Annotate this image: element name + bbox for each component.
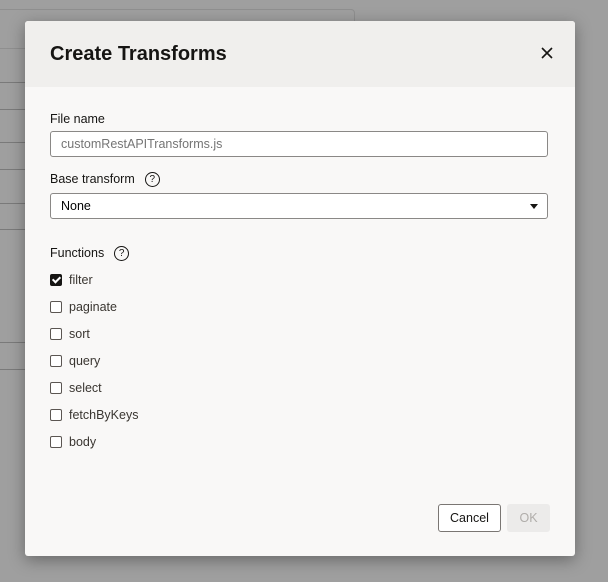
checkbox-label: body <box>69 435 97 449</box>
checkbox[interactable] <box>50 436 62 448</box>
background-divider <box>0 142 25 143</box>
dialog-header: Create Transforms <box>25 21 575 87</box>
base-transform-select[interactable]: None <box>50 193 548 219</box>
ok-button[interactable]: OK <box>507 504 550 532</box>
background-divider <box>0 229 25 230</box>
background-divider <box>0 82 25 83</box>
chevron-down-icon <box>530 204 538 209</box>
file-name-label: File name <box>50 112 105 126</box>
checkbox-label: sort <box>69 327 90 341</box>
help-icon[interactable]: ? <box>144 172 160 188</box>
base-transform-label: Base transform? <box>50 172 160 188</box>
checkbox[interactable] <box>50 328 62 340</box>
function-checkbox-sort[interactable]: sort <box>50 326 90 342</box>
background-divider <box>0 169 25 170</box>
function-checkbox-filter[interactable]: filter <box>50 272 93 288</box>
background-divider <box>0 109 25 110</box>
checkbox[interactable] <box>50 382 62 394</box>
background-divider <box>0 369 25 370</box>
checkbox-checked[interactable] <box>50 274 62 286</box>
functions-label: Functions? <box>50 246 130 262</box>
dialog-title: Create Transforms <box>50 43 227 65</box>
base-transform-label-text: Base transform <box>50 172 135 186</box>
background-divider <box>0 203 25 204</box>
checkbox-label: fetchByKeys <box>69 408 139 422</box>
file-name-input[interactable] <box>50 131 548 157</box>
checkbox[interactable] <box>50 355 62 367</box>
base-transform-value: None <box>61 199 91 213</box>
function-checkbox-query[interactable]: query <box>50 353 100 369</box>
checkbox-label: filter <box>69 273 93 287</box>
help-icon[interactable]: ? <box>114 246 130 262</box>
checkbox[interactable] <box>50 301 62 313</box>
background-divider <box>0 342 25 343</box>
checkbox-label: select <box>69 381 102 395</box>
functions-label-text: Functions <box>50 246 105 260</box>
function-checkbox-fetchbykeys[interactable]: fetchByKeys <box>50 407 138 423</box>
create-transforms-dialog: Create Transforms File name Base transfo… <box>25 21 575 556</box>
checkbox[interactable] <box>50 409 62 421</box>
function-checkbox-body[interactable]: body <box>50 434 96 450</box>
checkbox-label: paginate <box>69 300 117 314</box>
cancel-button[interactable]: Cancel <box>438 504 501 532</box>
checkbox-label: query <box>69 354 101 368</box>
function-checkbox-paginate[interactable]: paginate <box>50 299 117 315</box>
function-checkbox-select[interactable]: select <box>50 380 102 396</box>
close-icon[interactable] <box>539 45 555 61</box>
